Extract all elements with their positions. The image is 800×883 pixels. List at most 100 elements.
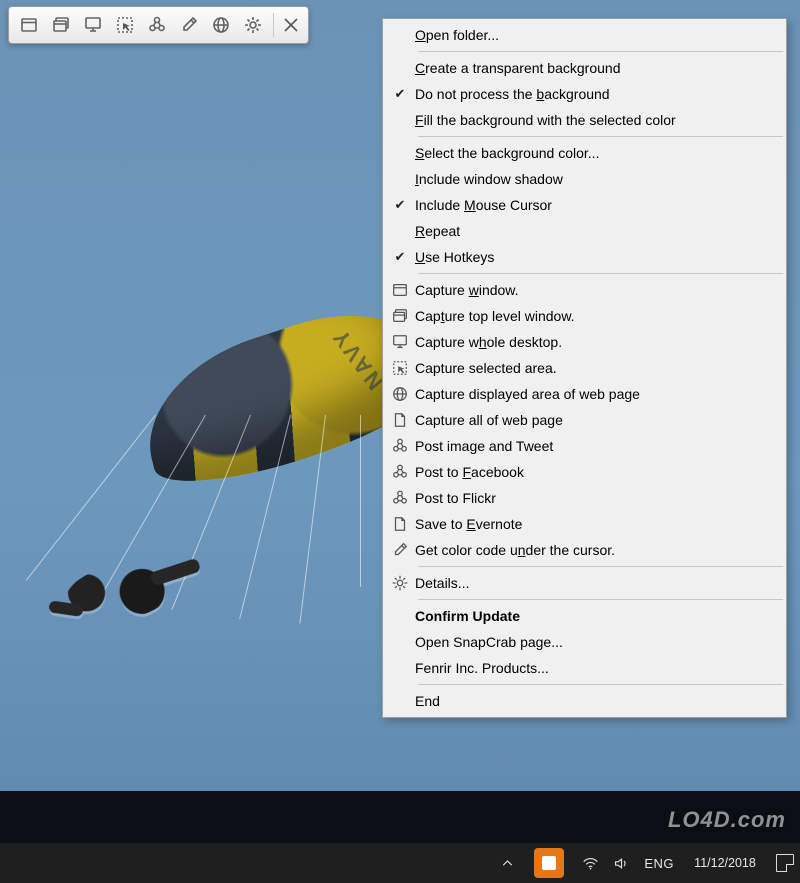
capture-webpage-button[interactable] [207, 11, 235, 39]
gear-icon [243, 15, 263, 35]
close-icon [281, 15, 301, 35]
notifications-icon[interactable] [776, 854, 794, 872]
menu-item-post-flickr[interactable]: Post to Flickr [385, 485, 784, 511]
menu-item-use-hotkeys[interactable]: Use Hotkeys [385, 244, 784, 270]
menu-item-label: Fenrir Inc. Products... [415, 660, 770, 676]
menu-item-create-transparent-bg[interactable]: Create a transparent background [385, 55, 784, 81]
menu-item-label: Capture selected area. [415, 360, 770, 376]
globe-icon [385, 381, 415, 407]
eyedropper-icon [179, 15, 199, 35]
menu-item-label: Create a transparent background [415, 60, 770, 76]
menu-separator [418, 136, 783, 137]
menu-item-confirm-update[interactable]: Confirm Update [385, 603, 784, 629]
capture-desktop-button[interactable] [79, 11, 107, 39]
menu-separator [418, 566, 783, 567]
system-tray: ENG 11/12/2018 [493, 848, 800, 878]
menu-item-fenrir-products[interactable]: Fenrir Inc. Products... [385, 655, 784, 681]
menu-gutter [385, 22, 415, 48]
wifi-icon[interactable] [582, 855, 599, 872]
menu-item-save-evernote[interactable]: Save to Evernote [385, 511, 784, 537]
share-icon [147, 15, 167, 35]
menu-item-details[interactable]: Details... [385, 570, 784, 596]
menu-item-capture-top-window[interactable]: Capture top level window. [385, 303, 784, 329]
menu-item-open-folder[interactable]: Open folder... [385, 22, 784, 48]
menu-item-fill-bg-color[interactable]: Fill the background with the selected co… [385, 107, 784, 133]
page-icon [385, 511, 415, 537]
menu-item-label: Confirm Update [415, 608, 770, 624]
taskbar-clock[interactable]: 11/12/2018 [688, 856, 762, 870]
window-icon [19, 15, 39, 35]
menu-item-label: Do not process the background [415, 86, 770, 102]
page-icon [385, 407, 415, 433]
speaker-icon[interactable] [613, 855, 630, 872]
menu-item-get-color[interactable]: Get color code under the cursor. [385, 537, 784, 563]
menu-separator [418, 273, 783, 274]
gear-icon [385, 570, 415, 596]
post-tweet-button[interactable] [143, 11, 171, 39]
menu-gutter [385, 166, 415, 192]
menu-gutter [385, 140, 415, 166]
menu-item-label: Capture whole desktop. [415, 334, 770, 350]
share-icon [385, 433, 415, 459]
monitor-icon [385, 329, 415, 355]
menu-item-label: Include window shadow [415, 171, 770, 187]
menu-item-post-facebook[interactable]: Post to Facebook [385, 459, 784, 485]
taskbar-date: 11/12/2018 [688, 856, 762, 870]
menu-item-capture-window[interactable]: Capture window. [385, 277, 784, 303]
menu-item-post-tweet[interactable]: Post image and Tweet [385, 433, 784, 459]
menu-item-label: Details... [415, 575, 770, 591]
menu-item-select-bg-color[interactable]: Select the background color... [385, 140, 784, 166]
capture-top-window-button[interactable] [47, 11, 75, 39]
tray-overflow-icon[interactable] [499, 855, 516, 872]
capture-window-button[interactable] [15, 11, 43, 39]
window-icon [385, 277, 415, 303]
menu-item-label: Open folder... [415, 27, 770, 43]
menu-gutter [385, 629, 415, 655]
windows-taskbar: ENG 11/12/2018 [0, 843, 800, 883]
menu-gutter [385, 655, 415, 681]
toolbar-separator [273, 13, 274, 37]
menu-gutter [385, 688, 415, 714]
menu-item-label: Get color code under the cursor. [415, 542, 770, 558]
share-icon [385, 459, 415, 485]
share-icon [385, 485, 415, 511]
checkmark-icon [385, 192, 415, 218]
menu-item-label: Capture displayed area of web page [415, 386, 770, 402]
monitor-icon [83, 15, 103, 35]
menu-gutter [385, 55, 415, 81]
selection-icon [115, 15, 135, 35]
globe-icon [211, 15, 231, 35]
settings-button[interactable] [239, 11, 267, 39]
menu-item-label: Fill the background with the selected co… [415, 112, 770, 128]
selection-icon [385, 355, 415, 381]
checkmark-icon [385, 244, 415, 270]
menu-item-label: Save to Evernote [415, 516, 770, 532]
checkmark-icon [385, 81, 415, 107]
menu-gutter [385, 603, 415, 629]
toolbar-close-button[interactable] [280, 11, 302, 39]
menu-item-no-process-bg[interactable]: Do not process the background [385, 81, 784, 107]
menu-item-open-snapcrab[interactable]: Open SnapCrab page... [385, 629, 784, 655]
menu-separator [418, 684, 783, 685]
menu-item-capture-all-web[interactable]: Capture all of web page [385, 407, 784, 433]
eyedropper-icon [385, 537, 415, 563]
menu-item-repeat[interactable]: Repeat [385, 218, 784, 244]
menu-item-include-shadow[interactable]: Include window shadow [385, 166, 784, 192]
menu-item-label: Use Hotkeys [415, 249, 770, 265]
menu-gutter [385, 218, 415, 244]
taskbar-app-icon[interactable] [534, 848, 564, 878]
menu-item-label: Select the background color... [415, 145, 770, 161]
menu-separator [418, 599, 783, 600]
menu-item-end[interactable]: End [385, 688, 784, 714]
menu-item-include-mouse[interactable]: Include Mouse Cursor [385, 192, 784, 218]
language-indicator[interactable]: ENG [644, 856, 674, 871]
color-picker-button[interactable] [175, 11, 203, 39]
menu-item-capture-selected[interactable]: Capture selected area. [385, 355, 784, 381]
menu-gutter [385, 107, 415, 133]
menu-item-capture-desktop[interactable]: Capture whole desktop. [385, 329, 784, 355]
menu-item-label: Post to Facebook [415, 464, 770, 480]
menu-item-capture-displayed-web[interactable]: Capture displayed area of web page [385, 381, 784, 407]
menu-separator [418, 51, 783, 52]
capture-selection-button[interactable] [111, 11, 139, 39]
watermark: LO4D.com [668, 807, 786, 833]
